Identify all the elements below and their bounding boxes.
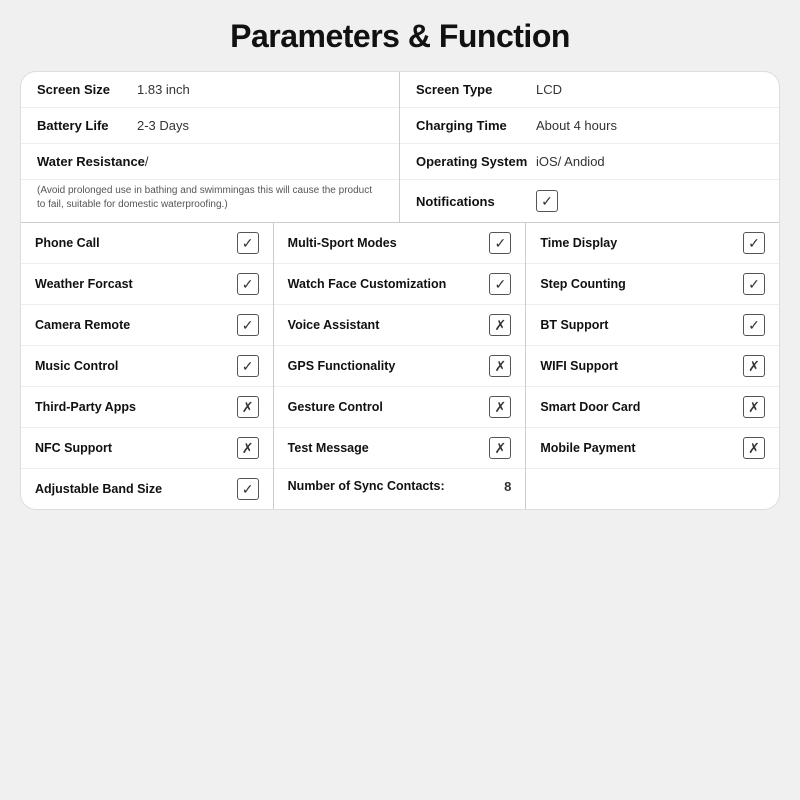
spec-label-notifications: Notifications	[416, 194, 536, 209]
camera-check	[237, 314, 259, 336]
feature-label-smart-door: Smart Door Card	[540, 399, 640, 415]
voice-check	[489, 314, 511, 336]
feature-label-gesture: Gesture Control	[288, 399, 383, 415]
feature-mobile-payment: Mobile Payment	[526, 428, 779, 469]
spec-label-charging: Charging Time	[416, 118, 536, 133]
features-section: Phone Call Weather Forcast Camera Remote…	[21, 223, 779, 509]
gesture-check	[489, 396, 511, 418]
feature-wifi: WIFI Support	[526, 346, 779, 387]
feature-smart-door: Smart Door Card	[526, 387, 779, 428]
feature-camera: Camera Remote	[21, 305, 273, 346]
feature-label-nfc: NFC Support	[35, 440, 112, 456]
feature-phone-call: Phone Call	[21, 223, 273, 264]
feature-band: Adjustable Band Size	[21, 469, 273, 509]
specs-left: Screen Size 1.83 inch Battery Life 2-3 D…	[21, 72, 400, 222]
feature-time-display: Time Display	[526, 223, 779, 264]
spec-label-battery: Battery Life	[37, 118, 137, 133]
feature-label-camera: Camera Remote	[35, 317, 130, 333]
spec-row-screen-size: Screen Size 1.83 inch	[21, 72, 399, 108]
feature-watch-face: Watch Face Customization	[274, 264, 526, 305]
spec-row-battery: Battery Life 2-3 Days	[21, 108, 399, 144]
gps-check	[489, 355, 511, 377]
band-check	[237, 478, 259, 500]
feature-nfc: NFC Support	[21, 428, 273, 469]
test-message-check	[489, 437, 511, 459]
feature-label-test-message: Test Message	[288, 440, 369, 456]
specs-card: Screen Size 1.83 inch Battery Life 2-3 D…	[20, 71, 780, 510]
feature-label-multi-sport: Multi-Sport Modes	[288, 235, 397, 251]
spec-value-water: /	[145, 154, 149, 169]
specs-right: Screen Type LCD Charging Time About 4 ho…	[400, 72, 779, 222]
multi-sport-check	[489, 232, 511, 254]
spec-row-os: Operating System iOS/ Andiod	[400, 144, 779, 180]
time-display-check	[743, 232, 765, 254]
spec-label-water: Water Resistance	[37, 154, 145, 169]
features-col1: Phone Call Weather Forcast Camera Remote…	[21, 223, 274, 509]
features-col2: Multi-Sport Modes Watch Face Customizati…	[274, 223, 527, 509]
third-party-check	[237, 396, 259, 418]
feature-label-weather: Weather Forcast	[35, 276, 133, 292]
specs-section: Screen Size 1.83 inch Battery Life 2-3 D…	[21, 72, 779, 223]
water-resistance-note: (Avoid prolonged use in bathing and swim…	[21, 180, 399, 222]
feature-label-mobile-payment: Mobile Payment	[540, 440, 635, 456]
bt-check	[743, 314, 765, 336]
phone-call-check	[237, 232, 259, 254]
feature-label-wifi: WIFI Support	[540, 358, 618, 374]
sync-contacts-value: 8	[504, 479, 511, 494]
feature-label-step-counting: Step Counting	[540, 276, 625, 292]
feature-label-band: Adjustable Band Size	[35, 481, 162, 497]
page-title: Parameters & Function	[230, 18, 570, 55]
spec-value-screen-type: LCD	[536, 82, 562, 97]
feature-label-music: Music Control	[35, 358, 118, 374]
feature-label-bt: BT Support	[540, 317, 608, 333]
spec-row-screen-type: Screen Type LCD	[400, 72, 779, 108]
feature-label-voice: Voice Assistant	[288, 317, 380, 333]
feature-gesture: Gesture Control	[274, 387, 526, 428]
spec-value-charging: About 4 hours	[536, 118, 617, 133]
spec-row-water: Water Resistance /	[21, 144, 399, 180]
feature-label-third-party: Third-Party Apps	[35, 399, 136, 415]
spec-row-charging: Charging Time About 4 hours	[400, 108, 779, 144]
feature-label-time-display: Time Display	[540, 235, 617, 251]
feature-empty	[526, 469, 779, 487]
watch-face-check	[489, 273, 511, 295]
spec-value-screen-size: 1.83 inch	[137, 82, 190, 97]
feature-label-phone-call: Phone Call	[35, 235, 100, 251]
spec-value-os: iOS/ Andiod	[536, 154, 605, 169]
mobile-payment-check	[743, 437, 765, 459]
feature-label-sync-contacts: Number of Sync Contacts:	[288, 478, 445, 494]
feature-test-message: Test Message	[274, 428, 526, 469]
wifi-check	[743, 355, 765, 377]
feature-label-watch-face: Watch Face Customization	[288, 276, 447, 292]
feature-step-counting: Step Counting	[526, 264, 779, 305]
spec-row-notifications: Notifications	[400, 180, 779, 222]
nfc-check	[237, 437, 259, 459]
music-check	[237, 355, 259, 377]
feature-gps: GPS Functionality	[274, 346, 526, 387]
spec-label-screen-type: Screen Type	[416, 82, 536, 97]
smart-door-check	[743, 396, 765, 418]
feature-third-party: Third-Party Apps	[21, 387, 273, 428]
spec-label-os: Operating System	[416, 154, 536, 169]
page: Parameters & Function Screen Size 1.83 i…	[0, 0, 800, 800]
feature-music: Music Control	[21, 346, 273, 387]
step-counting-check	[743, 273, 765, 295]
features-col3: Time Display Step Counting BT Support WI…	[526, 223, 779, 509]
feature-sync-contacts: Number of Sync Contacts: 8	[274, 469, 526, 503]
weather-check	[237, 273, 259, 295]
feature-multi-sport: Multi-Sport Modes	[274, 223, 526, 264]
feature-weather: Weather Forcast	[21, 264, 273, 305]
spec-value-battery: 2-3 Days	[137, 118, 189, 133]
spec-label-screen-size: Screen Size	[37, 82, 137, 97]
feature-bt: BT Support	[526, 305, 779, 346]
notifications-check-icon	[536, 190, 558, 212]
feature-label-gps: GPS Functionality	[288, 358, 396, 374]
feature-voice: Voice Assistant	[274, 305, 526, 346]
